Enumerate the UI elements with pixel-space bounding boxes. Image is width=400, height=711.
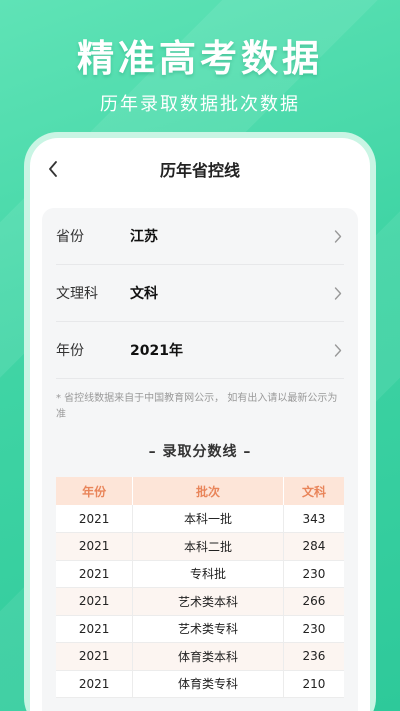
- cell-score: 343: [283, 505, 344, 533]
- filter-row-province[interactable]: 省份 江苏: [56, 208, 344, 265]
- cell-batch: 专科批: [132, 560, 284, 588]
- cell-score: 236: [283, 642, 344, 671]
- cell-year: 2021: [56, 560, 134, 588]
- column-header-year: 年份: [56, 477, 134, 505]
- back-button[interactable]: [44, 160, 62, 178]
- data-source-note: * 省控线数据来自于中国教育网公示， 如有出入请以最新公示为准: [56, 393, 338, 420]
- cell-score: 230: [283, 615, 344, 643]
- content-panel: 省份 江苏 文理科 文科 年份 2021年 * 省控线数据来自于中国教育网公示，…: [42, 208, 358, 711]
- table-row: 2021 本科一批 343: [56, 505, 344, 533]
- table-row: 2021 专科批 230: [56, 560, 344, 588]
- filter-value: 2021年: [130, 343, 183, 359]
- cell-batch: 本科二批: [132, 532, 284, 561]
- score-table: 年份 批次 文科 2021 本科一批 343 2021 本科二批 284 202…: [56, 477, 344, 698]
- cell-year: 2021: [56, 615, 134, 643]
- table-row: 2021 体育类本科 236: [56, 642, 344, 671]
- cell-batch: 艺术类本科: [132, 587, 284, 616]
- cell-batch: 艺术类专科: [132, 615, 284, 643]
- table-row: 2021 艺术类专科 230: [56, 615, 344, 643]
- table-header-row: 年份 批次 文科: [56, 477, 344, 505]
- cell-year: 2021: [56, 642, 134, 671]
- column-header-batch: 批次: [132, 477, 284, 505]
- chevron-right-icon: [332, 229, 344, 243]
- filter-value: 江苏: [130, 229, 158, 245]
- chevron-right-icon: [332, 286, 344, 300]
- filter-value: 文科: [130, 286, 158, 302]
- cell-year: 2021: [56, 670, 134, 698]
- filter-row-year[interactable]: 年份 2021年: [56, 322, 344, 379]
- cell-score: 266: [283, 587, 344, 616]
- table-row: 2021 本科二批 284: [56, 532, 344, 561]
- app-screen: 历年省控线 省份 江苏 文理科 文科 年份 2021年 * 省控线数据来自于中国…: [30, 138, 370, 711]
- column-header-score: 文科: [283, 477, 344, 505]
- table-row: 2021 艺术类本科 266: [56, 587, 344, 616]
- cell-year: 2021: [56, 587, 134, 616]
- filter-label: 文理科: [56, 286, 98, 302]
- cell-year: 2021: [56, 532, 134, 561]
- filter-label: 省份: [56, 229, 84, 245]
- cell-batch: 体育类本科: [132, 642, 284, 671]
- cell-year: 2021: [56, 505, 134, 533]
- filter-row-subject[interactable]: 文理科 文科: [56, 265, 344, 322]
- nav-bar: 历年省控线: [30, 138, 370, 200]
- chevron-right-icon: [332, 343, 344, 357]
- phone-frame: 历年省控线 省份 江苏 文理科 文科 年份 2021年 * 省控线数据来自于中国…: [24, 132, 376, 711]
- filter-label: 年份: [56, 343, 84, 359]
- promo-subhead: 历年录取数据批次数据: [100, 94, 300, 115]
- chevron-left-icon: [49, 161, 57, 177]
- cell-score: 230: [283, 560, 344, 588]
- cell-score: 284: [283, 532, 344, 561]
- page-title: 历年省控线: [159, 161, 240, 180]
- cell-score: 210: [283, 670, 344, 698]
- table-row: 2021 体育类专科 210: [56, 670, 344, 698]
- section-title: – 录取分数线 –: [148, 444, 252, 460]
- cell-batch: 本科一批: [132, 505, 284, 533]
- cell-batch: 体育类专科: [132, 670, 284, 698]
- promo-headline: 精准高考数据: [77, 37, 323, 80]
